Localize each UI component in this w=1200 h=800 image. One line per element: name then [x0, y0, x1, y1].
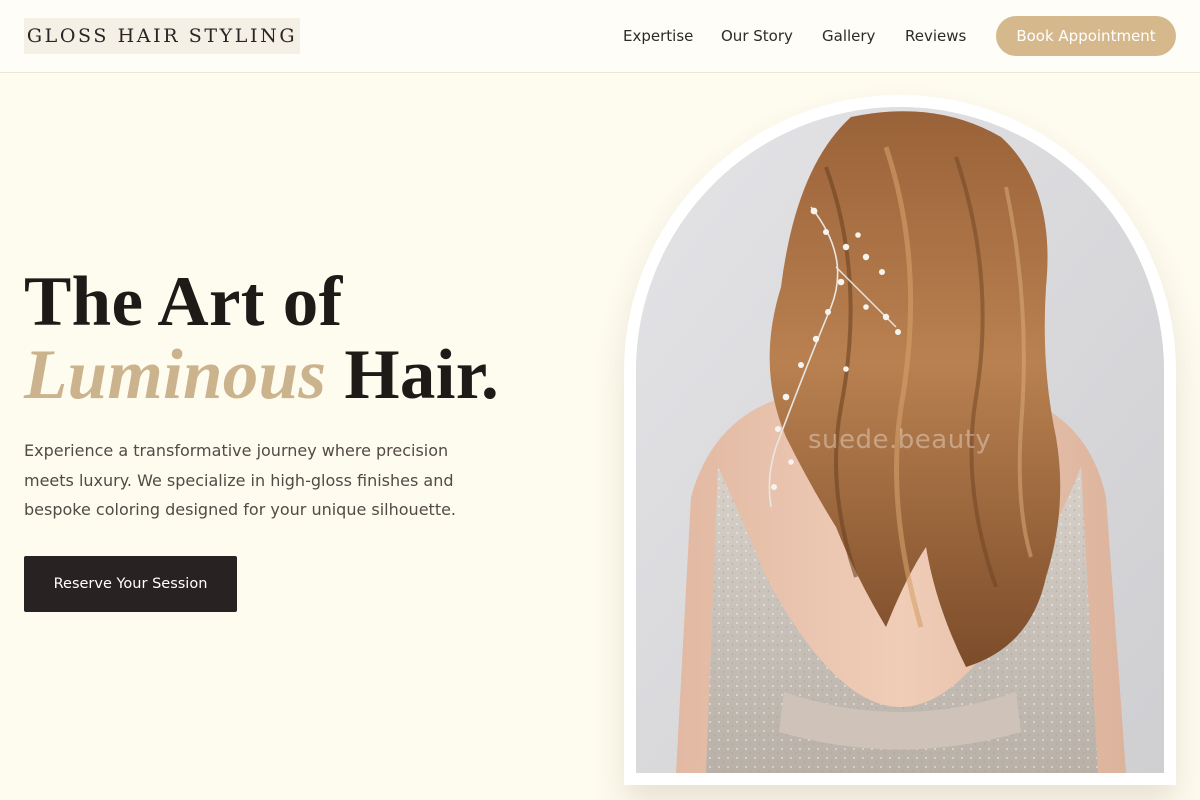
hero-title: The Art of Luminous Hair. — [24, 266, 584, 412]
hero-photo: suede.beauty — [636, 107, 1164, 773]
hero-image-frame: suede.beauty — [624, 95, 1176, 785]
hero-title-end: Hair. — [344, 336, 500, 414]
reserve-session-button[interactable]: Reserve Your Session — [24, 556, 237, 612]
hero-title-line1: The Art of — [24, 263, 343, 341]
nav-link-our-story[interactable]: Our Story — [721, 25, 793, 47]
nav-link-expertise[interactable]: Expertise — [623, 25, 693, 47]
brand-logo[interactable]: GLOSS HAIR STYLING — [24, 18, 300, 54]
photo-watermark: suede.beauty — [808, 425, 992, 455]
hero-description: Experience a transformative journey wher… — [24, 441, 457, 519]
nav-link-gallery[interactable]: Gallery — [822, 25, 875, 47]
site-header: GLOSS HAIR STYLING Expertise Our Story G… — [0, 0, 1200, 73]
hero-title-accent: Luminous — [24, 336, 327, 414]
book-appointment-button[interactable]: Book Appointment — [996, 16, 1176, 56]
nav-link-reviews[interactable]: Reviews — [905, 25, 966, 47]
